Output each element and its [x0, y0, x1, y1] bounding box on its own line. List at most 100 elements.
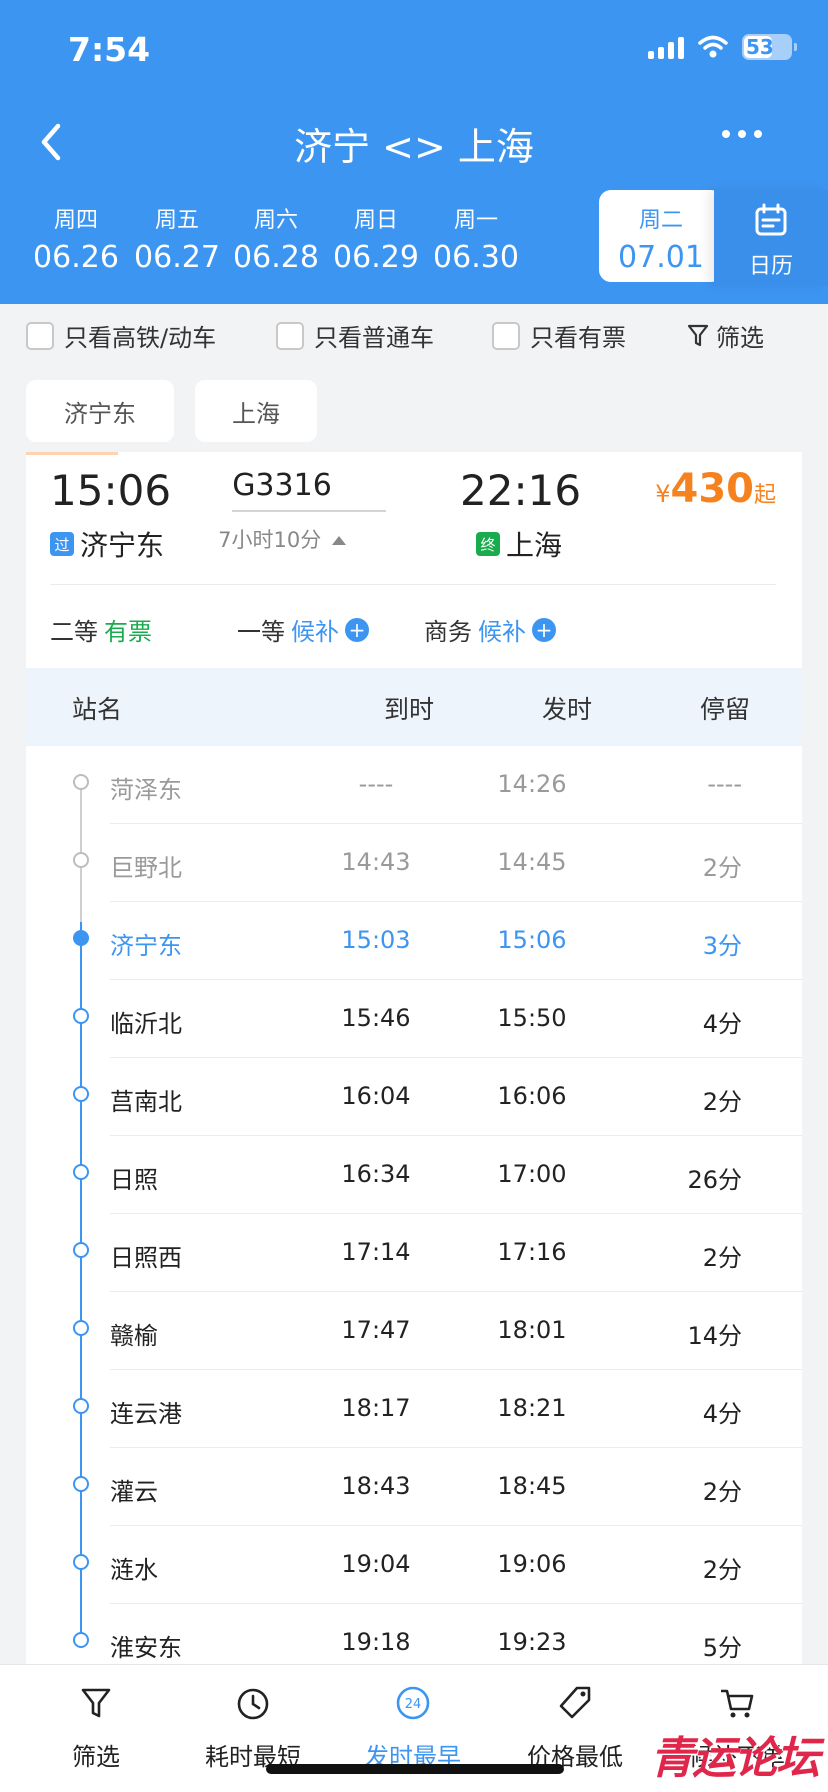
arrive-time: 18:17: [341, 1394, 411, 1422]
status-time: 7:54: [68, 30, 151, 69]
station-name: 日照: [110, 1166, 158, 1194]
station-name: 赣榆: [110, 1322, 158, 1350]
seat-status: 候补: [291, 618, 339, 646]
battery-icon: 53: [742, 34, 797, 60]
tab-lowest-price[interactable]: 价格最低: [520, 1683, 630, 1772]
stop-duration: 26分: [687, 1166, 742, 1194]
arrive-time: 15:46: [341, 1004, 411, 1032]
filter-button[interactable]: 筛选: [686, 318, 764, 353]
depart-time: 19:06: [497, 1550, 567, 1578]
seat-status: 候补: [478, 618, 526, 646]
checkbox[interactable]: [492, 321, 520, 350]
train-card[interactable]: 15:06 G3316 7小时10分 22:16 过 济宁东 终 上海 ¥430…: [26, 452, 802, 668]
arrive-time: 19:18: [341, 1628, 411, 1656]
date-selector: 周四 06.26 周五 06.27 周六 06.28 周日 06.29 周一 0…: [14, 190, 723, 282]
depart-time: 14:45: [497, 848, 567, 876]
departure-time: 15:06: [50, 466, 172, 515]
filter-normal[interactable]: 只看普通车: [276, 318, 434, 353]
table-row[interactable]: 莒南北 16:04 16:06 2分: [26, 1058, 802, 1136]
price-tag-icon: [559, 1686, 591, 1719]
24h-icon-text: 24: [405, 1697, 422, 1712]
tab-label: 筛选: [72, 1743, 120, 1771]
wifi-icon: [698, 35, 728, 58]
filter-label: 只看有票: [530, 324, 626, 352]
date-item-0701-selected[interactable]: 周二 07.01: [599, 190, 723, 282]
plus-icon[interactable]: +: [345, 617, 369, 642]
tab-filter[interactable]: 筛选: [56, 1683, 136, 1772]
filter-available[interactable]: 只看有票: [492, 318, 626, 353]
tab-earliest-departure[interactable]: 24 发时最早: [358, 1683, 468, 1772]
station-dot-icon: [73, 1632, 89, 1648]
arrive-time: 16:04: [341, 1082, 411, 1110]
stop-duration: 3分: [702, 932, 742, 960]
station-name: 涟水: [110, 1556, 158, 1584]
tab-shortest-time[interactable]: 耗时最短: [198, 1683, 308, 1772]
filter-label: 筛选: [716, 324, 764, 352]
checkbox[interactable]: [276, 321, 304, 350]
station-name: 灌云: [110, 1478, 158, 1506]
station-dot-icon: [73, 1086, 89, 1102]
arrive-time: 17:14: [341, 1238, 411, 1266]
arrive-time: 14:43: [341, 848, 411, 876]
stop-duration: 2分: [702, 1244, 742, 1272]
station-name: 淮安东: [110, 1634, 182, 1662]
table-row[interactable]: 菏泽东 ---- 14:26 ----: [26, 746, 802, 824]
calendar-label: 日历: [748, 254, 793, 279]
seat-business-class[interactable]: 商务 候补 +: [424, 612, 556, 647]
filter-label: 只看普通车: [314, 324, 434, 352]
date-value: 06.30: [433, 240, 519, 275]
train-line: [232, 510, 386, 512]
station-dot-icon: [73, 1398, 89, 1414]
filter-high-speed[interactable]: 只看高铁/动车: [26, 318, 216, 353]
table-row[interactable]: 连云港 18:17 18:21 4分: [26, 1370, 802, 1448]
calendar-button[interactable]: 日历: [714, 190, 828, 286]
timetable-header: 站名 到时 发时 停留: [26, 668, 802, 746]
table-row[interactable]: 巨野北 14:43 14:45 2分: [26, 824, 802, 902]
depart-time: 18:01: [497, 1316, 567, 1344]
clock-icon: [237, 1688, 269, 1720]
station-dot-icon: [73, 852, 89, 868]
depart-time: 16:06: [497, 1082, 567, 1110]
duration-text: 7小时10分: [218, 528, 322, 552]
arrive-time: 16:34: [341, 1160, 411, 1188]
divider: [50, 584, 776, 585]
filter-label: 只看高铁/动车: [64, 324, 217, 352]
arrival-time: 22:16: [460, 466, 582, 515]
chip-from-station[interactable]: 济宁东: [26, 380, 174, 442]
station-name: 巨野北: [110, 854, 182, 882]
seat-second-class[interactable]: 二等 有票: [50, 612, 152, 647]
depart-time: 18:21: [497, 1394, 567, 1422]
table-row[interactable]: 赣榆 17:47 18:01 14分: [26, 1292, 802, 1370]
station-dot-icon: [73, 1164, 89, 1180]
station-dot-icon: [73, 1554, 89, 1570]
date-item-0630[interactable]: 周一 06.30: [414, 190, 538, 282]
cart-icon: [721, 1689, 754, 1718]
checkbox[interactable]: [26, 321, 54, 350]
chip-to-station[interactable]: 上海: [195, 380, 317, 442]
table-row[interactable]: 日照西 17:14 17:16 2分: [26, 1214, 802, 1292]
plus-icon[interactable]: +: [532, 617, 556, 642]
home-indicator[interactable]: [266, 1764, 564, 1774]
station-name: 济宁东: [110, 932, 182, 960]
station-dot-icon: [73, 774, 89, 790]
header: 7:54 53 济宁 <> 上海 周四 06.26 周五 06.27 周六 06…: [0, 0, 828, 304]
table-row[interactable]: 灌云 18:43 18:45 2分: [26, 1448, 802, 1526]
stop-duration: 2分: [702, 1556, 742, 1584]
table-row[interactable]: 临沂北 15:46 15:50 4分: [26, 980, 802, 1058]
filter-icon: [687, 324, 709, 346]
table-row[interactable]: 日照 16:34 17:00 26分: [26, 1136, 802, 1214]
seat-class: 商务: [424, 618, 472, 646]
arrive-time: 17:47: [341, 1316, 411, 1344]
stop-duration: 4分: [702, 1010, 742, 1038]
watermark-logo: 青运论坛: [650, 1733, 820, 1784]
caret-up-icon: [331, 536, 346, 545]
from-station: 过 济宁东: [50, 524, 164, 564]
table-row[interactable]: 济宁东 15:03 15:06 3分: [26, 902, 802, 980]
arrive-time: ----: [358, 770, 394, 798]
seat-class: 一等: [237, 618, 285, 646]
train-duration[interactable]: 7小时10分: [202, 524, 362, 554]
seat-first-class[interactable]: 一等 候补 +: [237, 612, 369, 647]
seat-status: 有票: [104, 618, 152, 646]
table-row[interactable]: 涟水 19:04 19:06 2分: [26, 1526, 802, 1604]
more-icon[interactable]: [722, 130, 762, 138]
